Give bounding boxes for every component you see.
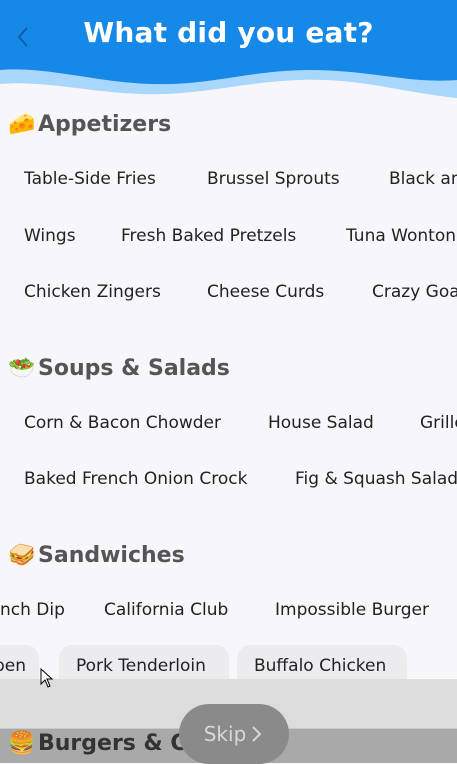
menu-item-chip[interactable]: Baked French Onion Crock	[8, 458, 263, 500]
salad-icon: 🥗	[8, 356, 36, 381]
section-title: Burgers & Ch	[38, 731, 203, 756]
section-heading-soups-salads: 🥗 Soups & Salads	[8, 356, 230, 381]
menu-item-chip[interactable]: California Club	[88, 589, 244, 631]
item-row: nch Dip California Club Impossible Burge…	[0, 589, 457, 631]
section-title: Appetizers	[38, 112, 172, 137]
menu-item-chip[interactable]: nch Dip	[0, 589, 81, 631]
burger-icon: 🍔	[8, 731, 36, 756]
menu-item-chip[interactable]: Fresh Baked Pretzels	[105, 215, 312, 257]
cheese-icon: 🧀	[8, 112, 36, 137]
menu-item-chip[interactable]: Brussel Sprouts	[191, 158, 356, 200]
skip-button[interactable]: Skip	[179, 704, 289, 764]
header: What did you eat?	[0, 0, 457, 105]
menu-item-chip[interactable]: Black an	[373, 158, 457, 200]
item-row: Table-Side Fries Brussel Sprouts Black a…	[0, 158, 457, 200]
mouse-cursor-icon	[40, 668, 54, 688]
item-row: Wings Fresh Baked Pretzels Tuna Wonton	[0, 215, 457, 257]
section-title: Sandwiches	[38, 543, 185, 568]
chevron-right-icon	[252, 726, 262, 742]
section-title: Soups & Salads	[38, 356, 230, 381]
item-row: Corn & Bacon Chowder House Salad Grille	[0, 402, 457, 444]
menu-item-chip[interactable]: Grille	[404, 402, 457, 444]
page-title: What did you eat?	[83, 16, 374, 49]
menu-item-chip[interactable]: Corn & Bacon Chowder	[8, 402, 237, 444]
section-heading-burgers: 🍔 Burgers & Ch	[8, 731, 202, 756]
menu-item-chip[interactable]: House Salad	[252, 402, 390, 444]
menu-item-chip[interactable]: Tuna Wonton	[330, 215, 457, 257]
section-heading-appetizers: 🧀 Appetizers	[8, 112, 171, 137]
item-row: Chicken Zingers Cheese Curds Crazy Goa	[0, 271, 457, 313]
skip-label: Skip	[203, 722, 247, 746]
menu-item-chip[interactable]: Cheese Curds	[191, 271, 340, 313]
menu-item-chip[interactable]: Crazy Goa	[356, 271, 457, 313]
section-heading-sandwiches: 🥪 Sandwiches	[8, 543, 185, 568]
menu-item-chip[interactable]: Wings	[8, 215, 92, 257]
menu-item-chip[interactable]: Impossible Burger	[259, 589, 445, 631]
menu-item-chip[interactable]: Fig & Squash Salad	[279, 458, 457, 500]
menu-item-chip[interactable]: Table-Side Fries	[8, 158, 172, 200]
menu-item-chip[interactable]: Chicken Zingers	[8, 271, 177, 313]
sandwich-icon: 🥪	[8, 543, 36, 568]
item-row: Baked French Onion Crock Fig & Squash Sa…	[0, 458, 457, 500]
